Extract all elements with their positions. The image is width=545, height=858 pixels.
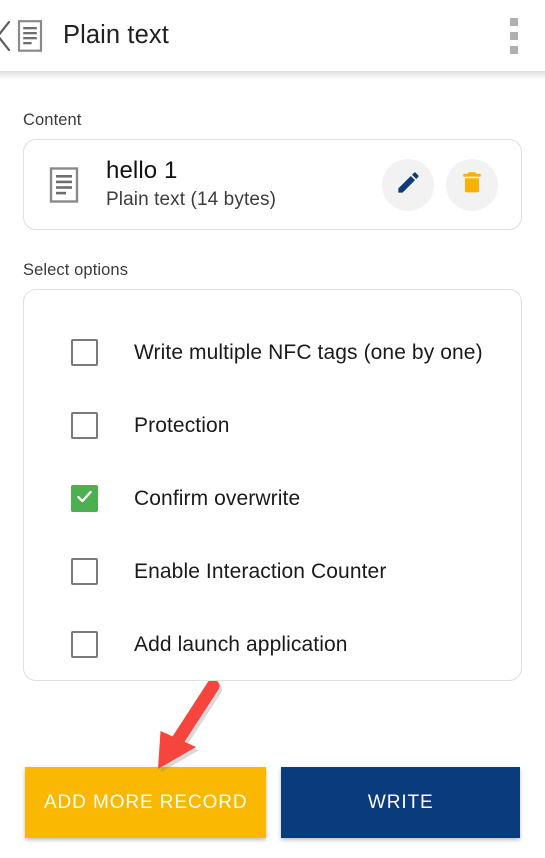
checkbox-write-multiple-nfc-tags[interactable] (71, 339, 98, 366)
option-label: Write multiple NFC tags (one by one) (134, 340, 483, 364)
record-subtitle: Plain text (14 bytes) (106, 188, 277, 210)
more-vertical-icon-dot-1 (510, 17, 518, 26)
check-icon (74, 486, 95, 512)
nfc-write-screen: Plain text Content hello 1 Plain text (1… (0, 0, 545, 858)
content-record-card[interactable]: hello 1 Plain text (14 bytes) (23, 139, 522, 230)
page-title: Plain text (63, 21, 169, 49)
chevron-left-icon (0, 19, 14, 53)
option-row-write-multiple-nfc-tags[interactable]: Write multiple NFC tags (one by one) (24, 316, 521, 389)
option-label: Enable Interaction Counter (134, 559, 387, 583)
checkbox-add-launch-application[interactable] (71, 631, 98, 658)
options-card: Write multiple NFC tags (one by one) Pro… (23, 289, 522, 681)
edit-record-button[interactable] (382, 158, 434, 211)
more-vertical-icon-dot-3 (510, 45, 518, 54)
option-row-protection[interactable]: Protection (24, 389, 521, 462)
overflow-menu-button[interactable] (505, 16, 523, 56)
option-label: Protection (134, 413, 230, 437)
back-button[interactable] (0, 13, 15, 59)
app-bar: Plain text (0, 0, 545, 71)
delete-record-button[interactable] (446, 158, 498, 211)
main-content: Content hello 1 Plain text (14 bytes) Se… (0, 80, 545, 770)
option-row-confirm-overwrite[interactable]: Confirm overwrite (24, 462, 521, 535)
write-button[interactable]: WRITE (281, 767, 520, 838)
checkbox-protection[interactable] (71, 412, 98, 439)
options-section-label: Select options (23, 261, 129, 279)
option-label: Confirm overwrite (134, 486, 301, 510)
trash-icon (459, 169, 485, 200)
option-label: Add launch application (134, 632, 348, 656)
app-bar-shadow (0, 71, 545, 80)
add-more-record-button[interactable]: ADD MORE RECORD (25, 767, 267, 838)
record-document-icon (46, 165, 82, 205)
checkbox-enable-interaction-counter[interactable] (71, 558, 98, 585)
option-row-enable-interaction-counter[interactable]: Enable Interaction Counter (24, 535, 521, 608)
record-text-block: hello 1 Plain text (14 bytes) (106, 157, 370, 211)
pencil-icon (395, 169, 422, 201)
bottom-action-bar: ADD MORE RECORD WRITE (0, 765, 545, 858)
content-section-label: Content (23, 111, 82, 129)
option-row-add-launch-application[interactable]: Add launch application (24, 608, 521, 681)
more-vertical-icon-dot-2 (510, 31, 518, 40)
record-title: hello 1 (106, 157, 178, 185)
checkbox-confirm-overwrite[interactable] (71, 485, 98, 512)
record-type-icon (17, 19, 43, 52)
